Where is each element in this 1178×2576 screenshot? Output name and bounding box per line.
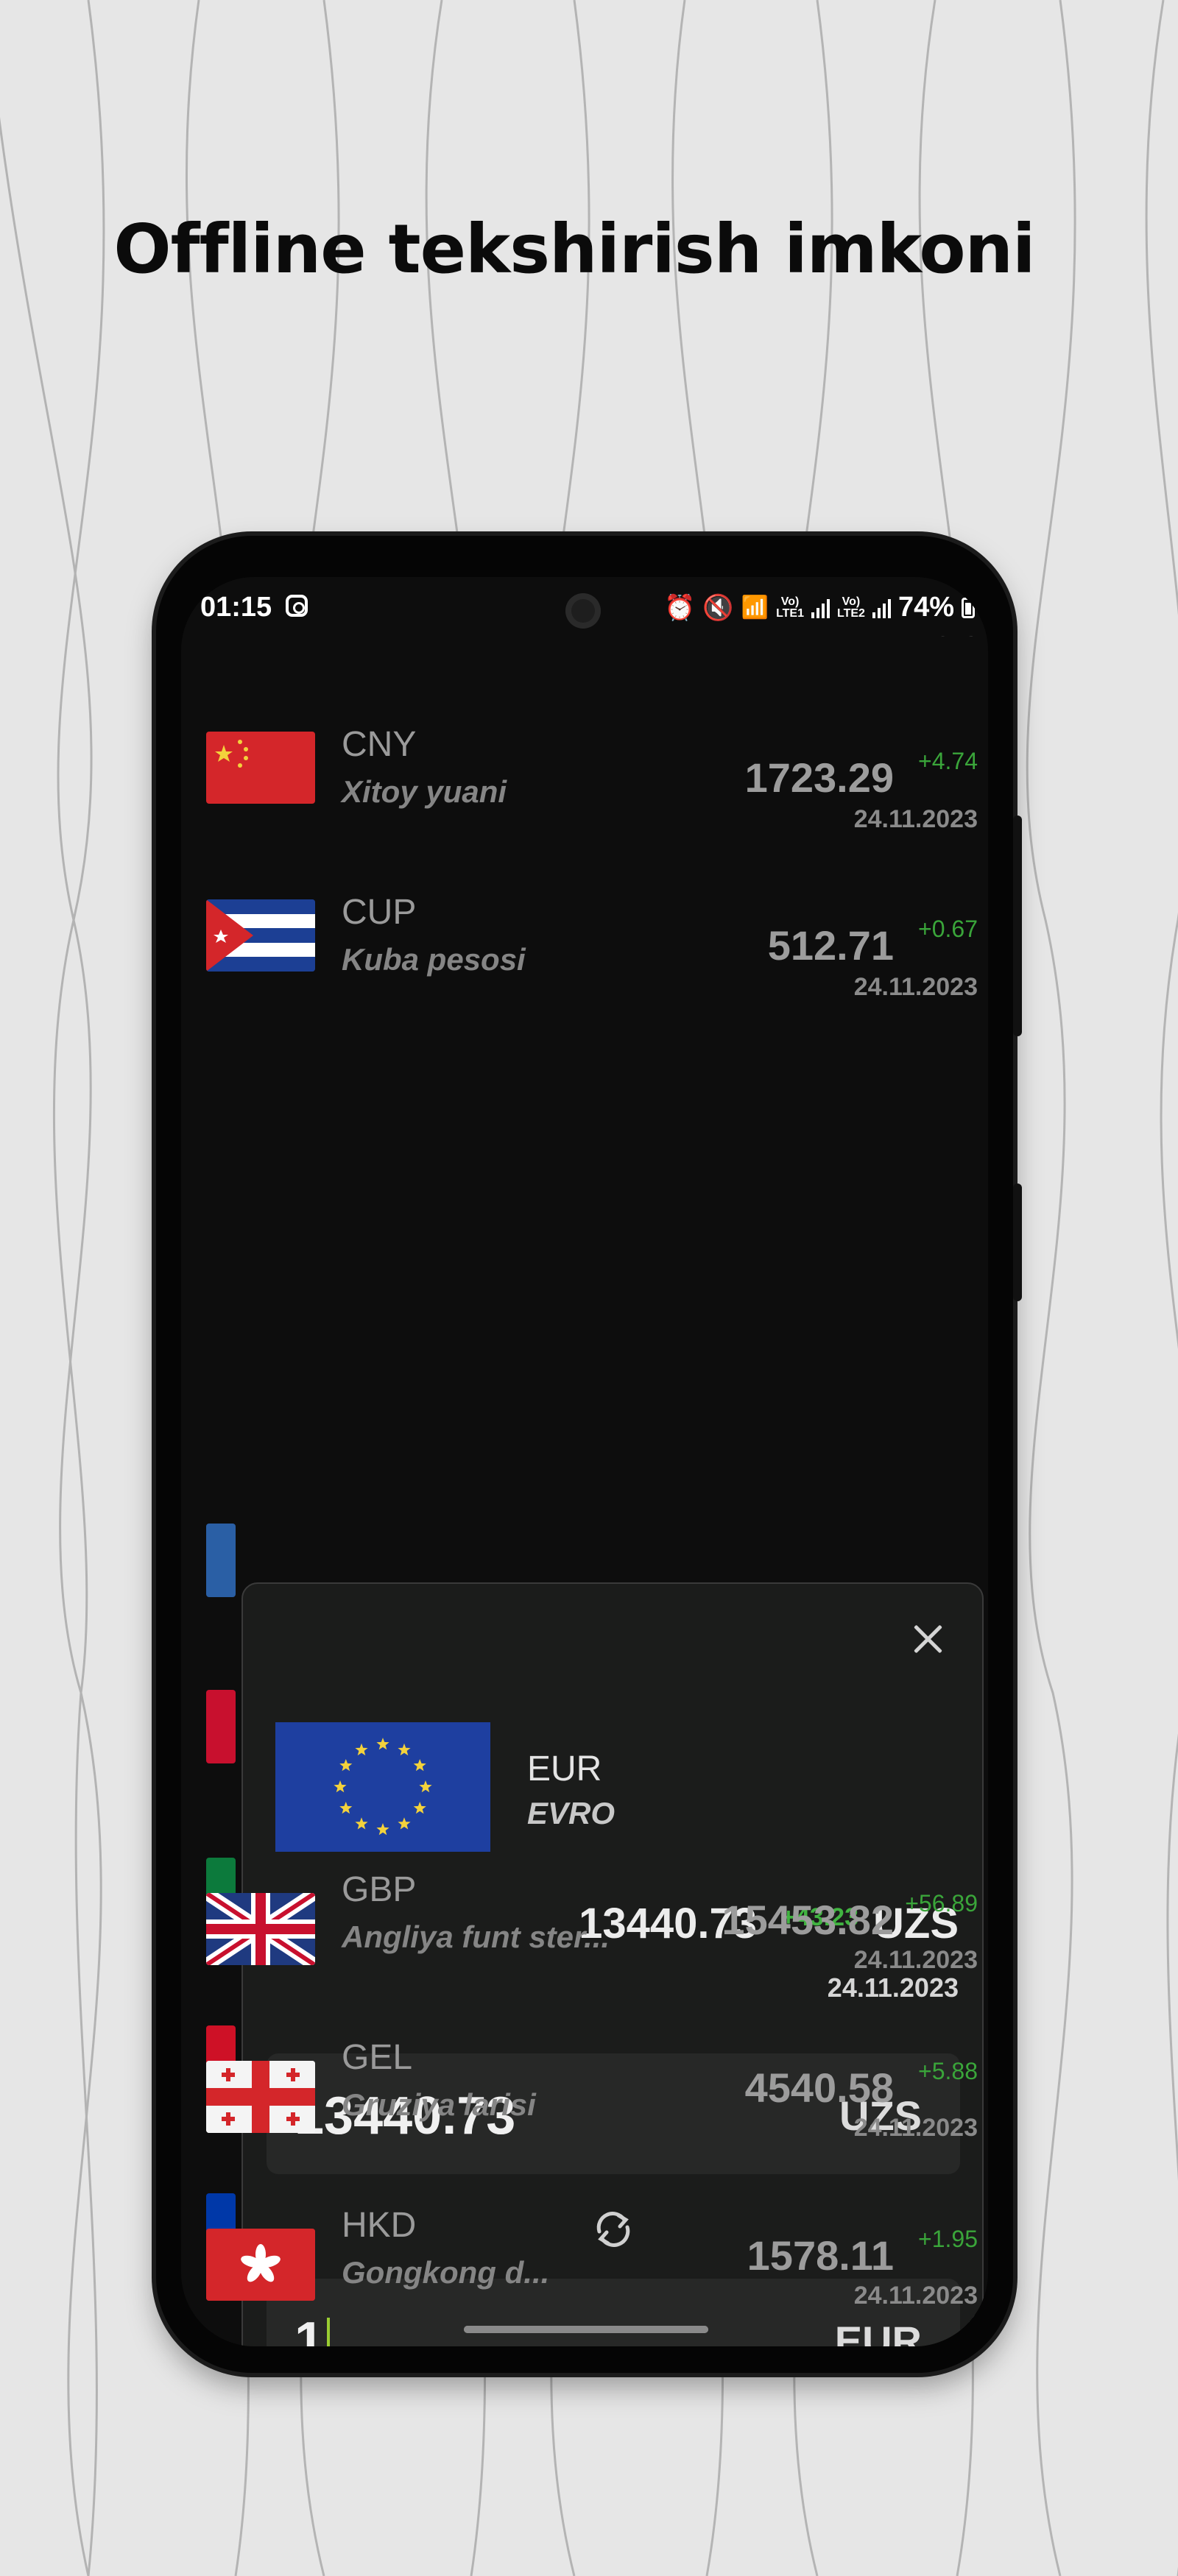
currency-name: Gruziya larisi bbox=[342, 2087, 536, 2122]
rate-date: 24.11.2023 bbox=[853, 1946, 978, 1974]
list-item[interactable]: GBP Angliya funt ster... 15453.82 +56.89… bbox=[181, 1850, 988, 2018]
page-headline: Offline tekshirish imkoni bbox=[113, 210, 1035, 289]
rate-change: +5.88 bbox=[918, 2058, 978, 2084]
rate-date: 24.11.2023 bbox=[853, 2282, 978, 2310]
rate-change: +56.89 bbox=[905, 1890, 978, 1917]
currency-rate: 4540.58 bbox=[744, 2064, 894, 2111]
rate-date: 24.11.2023 bbox=[853, 2114, 978, 2142]
side-button bbox=[1013, 815, 1022, 1036]
currency-rate: 15453.82 bbox=[722, 1897, 894, 1943]
list-item[interactable]: HKD Gongkong d... 1578.11 +1.95 24.11.20… bbox=[181, 2186, 988, 2346]
home-indicator[interactable] bbox=[464, 2326, 708, 2333]
rate-change: +1.95 bbox=[918, 2226, 978, 2252]
currency-code: GBP bbox=[342, 1870, 417, 1909]
currency-name: Angliya funt ster... bbox=[342, 1919, 610, 1954]
side-button bbox=[1013, 1183, 1022, 1301]
currency-name: Gongkong d... bbox=[342, 2255, 550, 2290]
lower-rows: GBP Angliya funt ster... 15453.82 +56.89… bbox=[181, 577, 988, 2346]
list-item[interactable]: GEL Gruziya larisi 4540.58 +5.88 24.11.2… bbox=[181, 2018, 988, 2186]
currency-code: HKD bbox=[342, 2206, 417, 2245]
uk-flag-icon bbox=[206, 1893, 315, 1965]
georgia-flag-icon bbox=[206, 2061, 315, 2133]
hongkong-flag-icon bbox=[206, 2229, 315, 2301]
currency-rate: 1578.11 bbox=[747, 2232, 894, 2279]
currency-code: GEL bbox=[342, 2038, 413, 2077]
